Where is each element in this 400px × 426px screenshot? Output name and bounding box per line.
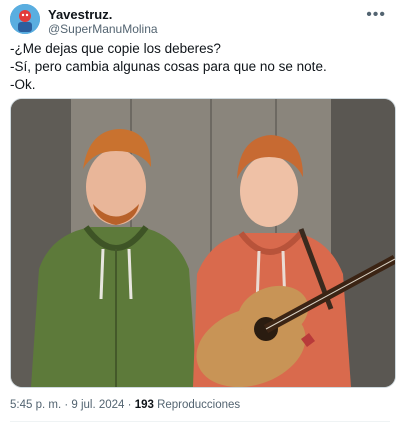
meta-separator: · (61, 399, 72, 411)
divider (10, 421, 390, 422)
tweet-line: -Ok. (10, 77, 36, 92)
tweet-date[interactable]: 9 jul. 2024 (71, 399, 124, 411)
author-handle[interactable]: @SuperManuMolina (48, 22, 158, 36)
tweet-line: -Sí, pero cambia algunas cosas para que … (10, 59, 327, 74)
views-label: Reproducciones (153, 399, 241, 411)
views-count: 193 (134, 399, 154, 411)
tweet-photo[interactable] (10, 98, 396, 388)
meta-separator: · (124, 399, 135, 411)
more-icon[interactable]: ••• (366, 6, 386, 24)
tweet-header: Yavestruz. @SuperManuMolina ••• (10, 4, 390, 36)
tweet-meta: 5:45 p. m. · 9 jul. 2024 · 193 Reproducc… (10, 399, 240, 411)
tweet-time[interactable]: 5:45 p. m. (10, 399, 61, 411)
tweet-line: -¿Me dejas que copie los deberes? (10, 41, 221, 56)
author-display-name[interactable]: Yavestruz. (48, 7, 112, 22)
avatar[interactable] (10, 4, 40, 34)
tweet-text: -¿Me dejas que copie los deberes? -Sí, p… (10, 40, 390, 94)
